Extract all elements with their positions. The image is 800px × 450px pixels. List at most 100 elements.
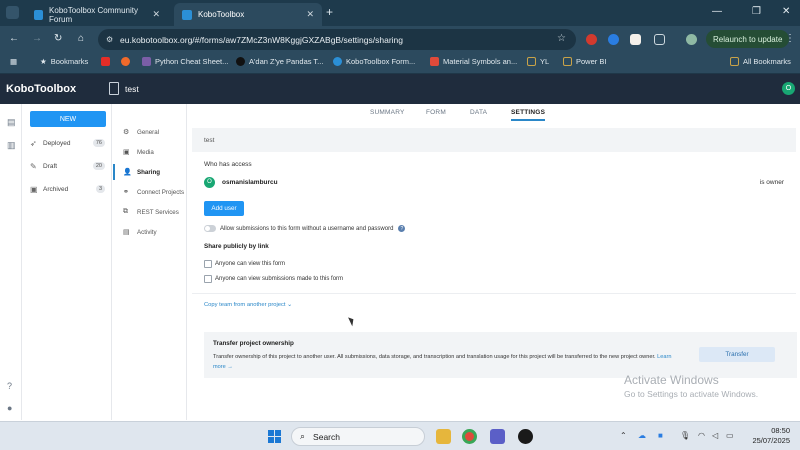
projects-sidebar: NEW ➶ Deployed 76 ✎ Draft 20 ▣ Archived … [22, 104, 112, 420]
microphone-icon[interactable]: 🎙 [680, 431, 690, 440]
taskbar-search[interactable]: ⌕ Search [291, 427, 425, 446]
extension-blue-icon[interactable] [608, 34, 619, 45]
rest-icon: ⧉ [123, 208, 128, 215]
relaunch-button[interactable]: Relaunch to update [706, 30, 790, 48]
windows-taskbar: ⌕ Search ⌃ ☁ ■ 🎙 ◠ ◁ ▭ 08:50 25/07/2025 [0, 421, 800, 450]
bookmark-star-icon[interactable]: ☆ [557, 33, 566, 44]
medium-icon [236, 57, 245, 66]
site-info-icon[interactable]: ⚙ [106, 35, 113, 44]
link-icon: ⚭ [123, 189, 129, 196]
tab-close-icon[interactable]: ✕ [306, 9, 314, 20]
tab-data[interactable]: DATA [470, 109, 487, 116]
nav-connect-projects[interactable]: ⚭ Connect Projects [123, 186, 189, 198]
profile-avatar[interactable] [686, 34, 697, 45]
menu-kebab-icon[interactable]: ⋮ [785, 33, 795, 44]
kobo-header: KoboToolbox test O [0, 74, 800, 104]
sidebar-item-archived[interactable]: ▣ Archived 3 [30, 183, 105, 195]
user-avatar[interactable]: O [782, 82, 795, 95]
battery-icon[interactable]: ▭ [726, 431, 734, 440]
chrome-icon[interactable] [462, 429, 477, 444]
browser-tab-community-forum[interactable]: KoboToolbox Community Forum ✕ [26, 3, 168, 26]
apps-grid-icon[interactable]: ▦ [10, 57, 17, 66]
extension-white-icon[interactable] [630, 34, 641, 45]
allow-anon-submissions-row: Allow submissions to this form without a… [204, 225, 406, 232]
extensions-puzzle-icon[interactable] [654, 34, 665, 45]
copy-team-link[interactable]: Copy team from another project ⌄ [204, 302, 292, 308]
back-icon[interactable]: ← [9, 33, 19, 44]
github-icon[interactable]: ● [7, 404, 16, 413]
nav-general[interactable]: ⚙ General [123, 126, 189, 138]
watermark-line-2: Go to Settings to activate Windows. [624, 389, 759, 399]
view-form-checkbox[interactable] [204, 260, 212, 268]
tab-form[interactable]: FORM [426, 109, 446, 116]
activate-windows-watermark: Activate Windows Go to Settings to activ… [624, 373, 758, 399]
wifi-icon[interactable]: ◠ [698, 431, 705, 440]
new-tab-button[interactable]: + [326, 5, 333, 19]
home-icon[interactable]: ⌂ [78, 33, 84, 44]
bookmark-label: All Bookmarks [743, 57, 791, 66]
projects-icon[interactable]: ▤ [7, 118, 16, 127]
clock-time: 08:50 [771, 426, 790, 435]
window-close-icon[interactable]: ✕ [782, 6, 790, 17]
transfer-desc-text: Transfer ownership of this project to an… [213, 354, 656, 360]
bookmark-bookmarks[interactable]: ★ Bookmarks [40, 57, 88, 66]
bookmark-python-cheat-sheet[interactable]: Python Cheat Sheet... [142, 57, 228, 66]
bookmark-folder-yl[interactable]: YL [527, 57, 549, 66]
allow-anon-toggle[interactable] [204, 225, 216, 232]
bookmark-kobo-forms[interactable]: KoboToolbox Form... [333, 57, 415, 66]
tab-close-icon[interactable]: ✕ [152, 9, 160, 20]
forward-icon[interactable]: → [32, 33, 42, 44]
tab-search-button[interactable] [6, 6, 19, 19]
add-user-button[interactable]: Add user [204, 201, 244, 216]
transfer-description: Transfer ownership of this project to an… [213, 352, 673, 372]
browser-tab-kobotoolbox[interactable]: KoboToolbox ✕ [174, 3, 322, 26]
restore-icon[interactable]: ❐ [752, 6, 761, 17]
search-icon: ⌕ [300, 431, 306, 441]
project-name[interactable]: test [125, 84, 139, 94]
volume-icon[interactable]: ◁ [712, 431, 718, 440]
bookmark-label: Python Cheat Sheet... [155, 57, 229, 66]
search-placeholder: Search [313, 431, 340, 442]
nav-label: Connect Projects [137, 188, 185, 196]
nav-media[interactable]: ▣ Media [123, 146, 189, 158]
all-bookmarks[interactable]: All Bookmarks [730, 57, 791, 66]
extension-red-icon[interactable] [586, 34, 597, 45]
kobo-logo[interactable]: KoboToolbox [6, 83, 76, 95]
nav-activity[interactable]: ▤ Activity [123, 226, 189, 238]
tab-summary[interactable]: SUMMARY [370, 109, 405, 116]
users-icon: 👤 [123, 169, 132, 176]
help-icon[interactable]: ? [7, 382, 16, 391]
library-icon[interactable]: ▥ [7, 141, 16, 150]
view-submissions-checkbox[interactable] [204, 275, 212, 283]
nav-sharing[interactable]: 👤 Sharing [113, 164, 189, 180]
bookmark-folder-power-bi[interactable]: Power BI [563, 57, 606, 66]
nav-label: REST Services [137, 208, 179, 216]
archive-icon: ▣ [30, 184, 38, 194]
teams-icon[interactable] [490, 429, 505, 444]
python-icon [142, 57, 151, 66]
bookmark-material-symbols[interactable]: Material Symbols an... [430, 57, 517, 66]
folder-icon [730, 57, 739, 66]
windows-start-icon[interactable] [268, 430, 281, 443]
help-icon[interactable]: ? [398, 225, 406, 232]
tray-app-icon[interactable]: ■ [658, 431, 663, 440]
new-button[interactable]: NEW [30, 111, 106, 127]
minimize-icon[interactable]: — [712, 6, 722, 17]
sidebar-item-deployed[interactable]: ➶ Deployed 76 [30, 137, 105, 149]
tray-chevron-icon[interactable]: ⌃ [620, 431, 627, 440]
bookmark-youtube[interactable] [101, 57, 114, 66]
sidebar-item-draft[interactable]: ✎ Draft 20 [30, 160, 105, 172]
bookmark-circle[interactable] [121, 57, 134, 66]
globe-icon [333, 57, 342, 66]
tab-settings[interactable]: SETTINGS [511, 109, 546, 121]
taskbar-clock[interactable]: 08:50 25/07/2025 [736, 426, 790, 446]
project-title-bar: test [192, 128, 796, 152]
app-icon[interactable] [518, 429, 533, 444]
reload-icon[interactable]: ↻ [54, 33, 62, 44]
transfer-button[interactable]: Transfer [699, 347, 775, 362]
nav-rest-services[interactable]: ⧉ REST Services [123, 206, 189, 218]
address-bar[interactable]: ⚙ eu.kobotoolbox.org/#/forms/aw7ZMcZ3nW8… [98, 29, 576, 50]
onedrive-icon[interactable]: ☁ [638, 431, 646, 440]
file-explorer-icon[interactable] [436, 429, 451, 444]
bookmark-pandas[interactable]: A'dan Z'ye Pandas T... [236, 57, 323, 66]
